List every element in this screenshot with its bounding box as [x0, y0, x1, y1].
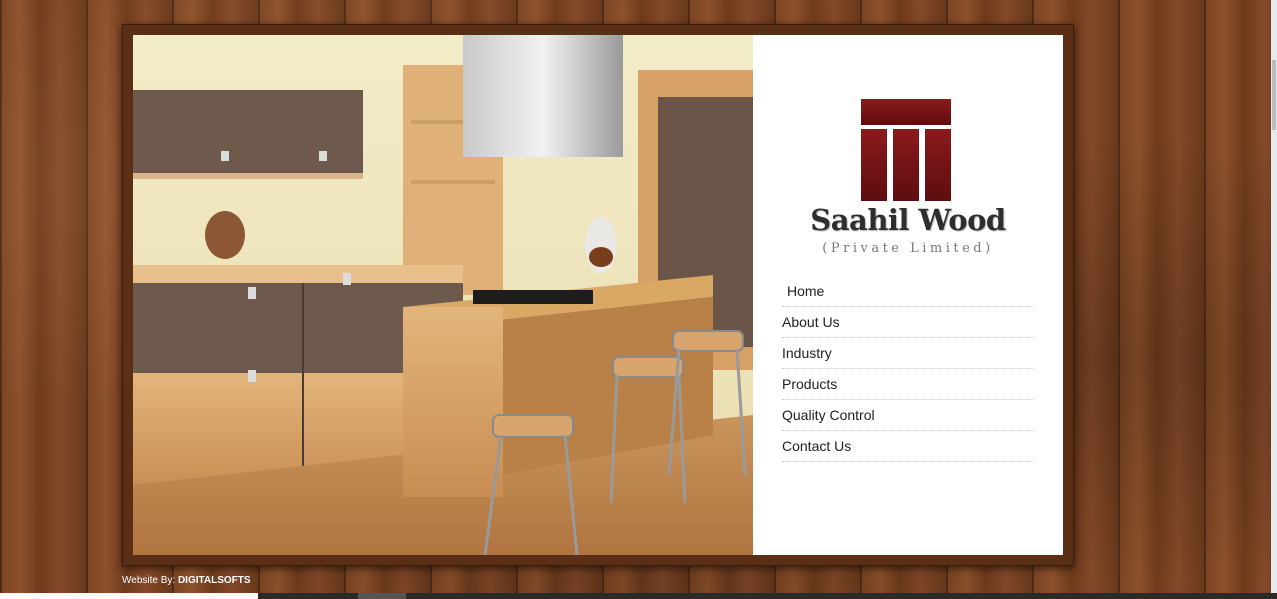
horizontal-scrollbar[interactable] [0, 593, 1277, 599]
footer-credit-link[interactable]: DIGITALSOFTS [178, 575, 251, 586]
saahil-wood-logo-icon [861, 99, 951, 201]
nav-item-industry[interactable]: Industry [782, 338, 1034, 369]
nav-item-quality-control[interactable]: Quality Control [782, 400, 1034, 431]
info-panel: Saahil Wood (Private Limited) Home About… [753, 35, 1063, 555]
kitchen-photo [133, 35, 753, 555]
vertical-scrollbar[interactable] [1271, 0, 1277, 593]
footer-credit-prefix: Website By: [122, 575, 178, 586]
footer-credit: Website By: DIGITALSOFTS [122, 575, 251, 586]
scrollbar-track-segment [0, 593, 258, 599]
main-nav: Home About Us Industry Products Quality … [782, 276, 1034, 462]
brand-name: Saahil Wood [810, 203, 1006, 237]
nav-item-products[interactable]: Products [782, 369, 1034, 400]
nav-item-contact-us[interactable]: Contact Us [782, 431, 1034, 462]
nav-item-about-us[interactable]: About Us [782, 307, 1034, 338]
brand-subtitle: (Private Limited) [822, 241, 994, 256]
scrollbar-thumb-horizontal[interactable] [358, 593, 406, 599]
content-frame: Saahil Wood (Private Limited) Home About… [122, 24, 1074, 566]
scrollbar-thumb[interactable] [1272, 60, 1276, 130]
nav-item-home[interactable]: Home [782, 276, 1034, 307]
